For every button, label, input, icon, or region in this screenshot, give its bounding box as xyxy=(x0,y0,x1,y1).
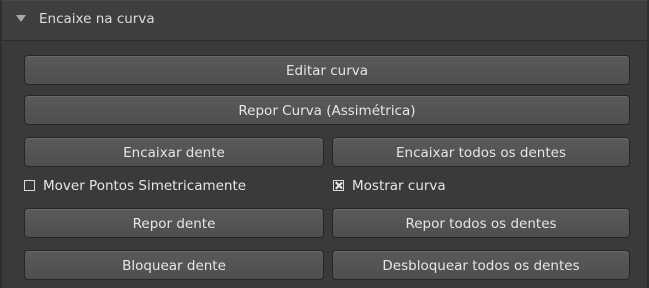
curve-fit-panel: Encaixe na curva Editar curva Repor Curv… xyxy=(0,0,649,288)
reset-curve-button[interactable]: Repor Curva (Assimétrica) xyxy=(24,95,630,125)
panel-header[interactable]: Encaixe na curva xyxy=(2,0,647,41)
move-points-symmetric-label: Mover Pontos Simetricamente xyxy=(43,178,247,194)
edit-curve-button[interactable]: Editar curva xyxy=(24,55,630,85)
panel-title: Encaixe na curva xyxy=(39,11,155,27)
fit-tooth-button[interactable]: Encaixar dente xyxy=(24,137,324,167)
reset-all-teeth-button[interactable]: Repor todos os dentes xyxy=(332,208,630,238)
lock-tooth-button[interactable]: Bloquear dente xyxy=(24,250,324,280)
unlock-all-teeth-button[interactable]: Desbloquear todos os dentes xyxy=(332,250,630,280)
show-curve-label: Mostrar curva xyxy=(352,178,446,194)
reset-tooth-button[interactable]: Repor dente xyxy=(24,208,324,238)
fit-all-teeth-button[interactable]: Encaixar todos os dentes xyxy=(332,137,630,167)
collapse-triangle-icon[interactable] xyxy=(16,15,26,22)
checkbox-unchecked-icon[interactable] xyxy=(24,180,35,191)
checkbox-checked-icon[interactable] xyxy=(333,180,344,191)
